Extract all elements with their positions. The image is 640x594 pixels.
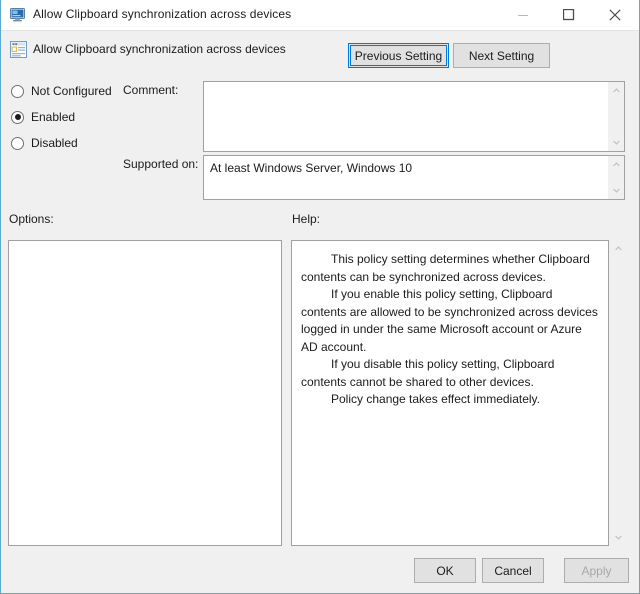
- help-scroll-down-icon[interactable]: [610, 529, 626, 546]
- comment-input[interactable]: [204, 82, 607, 151]
- radio-not-configured-label: Not Configured: [31, 84, 112, 98]
- radio-enabled[interactable]: Enabled: [11, 110, 75, 124]
- comment-label: Comment:: [123, 83, 179, 97]
- help-scrollbar[interactable]: [610, 240, 626, 546]
- comment-textbox[interactable]: [203, 81, 625, 152]
- close-icon: [609, 9, 621, 21]
- window-title: Allow Clipboard synchronization across d…: [33, 7, 292, 21]
- help-paragraph: Policy change takes effect immediately.: [331, 392, 540, 406]
- radio-not-configured-mark: [11, 84, 24, 98]
- help-paragraph: If you enable this policy setting, Clipb…: [301, 287, 598, 354]
- comment-scroll-down-icon[interactable]: [608, 134, 624, 151]
- supported-on-scroll-down-icon[interactable]: [608, 182, 624, 199]
- close-button[interactable]: [592, 0, 638, 30]
- group-policy-setting-dialog: Allow Clipboard synchronization across d…: [0, 0, 640, 594]
- help-paragraph: This policy setting determines whether C…: [301, 252, 590, 284]
- monitor-policy-icon: [10, 7, 27, 23]
- radio-not-configured[interactable]: Not Configured: [11, 84, 112, 98]
- supported-on-textbox[interactable]: At least Windows Server, Windows 10: [203, 155, 625, 200]
- supported-on-scroll-up-icon[interactable]: [608, 156, 624, 173]
- policy-setting-icon: [10, 41, 27, 58]
- radio-disabled-mark: [11, 136, 24, 150]
- ok-button[interactable]: OK: [414, 558, 476, 583]
- cancel-button[interactable]: Cancel: [482, 558, 544, 583]
- supported-on-scrollbar[interactable]: [607, 156, 624, 199]
- radio-disabled[interactable]: Disabled: [11, 136, 78, 150]
- supported-on-label: Supported on:: [123, 157, 199, 171]
- maximize-icon: [563, 9, 575, 21]
- help-text: This policy setting determines whether C…: [292, 241, 608, 545]
- title-bar: Allow Clipboard synchronization across d…: [1, 0, 639, 31]
- policy-title: Allow Clipboard synchronization across d…: [33, 42, 286, 56]
- radio-disabled-label: Disabled: [31, 136, 78, 150]
- options-panel[interactable]: [8, 240, 282, 546]
- help-label: Help:: [292, 212, 321, 226]
- minimize-button[interactable]: [500, 0, 546, 30]
- comment-scrollbar[interactable]: [607, 82, 624, 151]
- minimize-icon: [517, 14, 528, 16]
- maximize-button[interactable]: [546, 0, 592, 30]
- help-paragraph: If you disable this policy setting, Clip…: [301, 357, 555, 389]
- previous-setting-button[interactable]: Previous Setting: [348, 43, 449, 68]
- radio-enabled-mark: [11, 110, 24, 124]
- next-setting-button[interactable]: Next Setting: [453, 43, 550, 68]
- options-label: Options:: [9, 212, 54, 226]
- help-scroll-up-icon[interactable]: [610, 240, 626, 257]
- apply-button: Apply: [564, 558, 629, 583]
- radio-enabled-label: Enabled: [31, 110, 76, 124]
- supported-on-value: At least Windows Server, Windows 10: [210, 161, 413, 175]
- help-panel: This policy setting determines whether C…: [291, 240, 609, 546]
- comment-scroll-up-icon[interactable]: [608, 82, 624, 99]
